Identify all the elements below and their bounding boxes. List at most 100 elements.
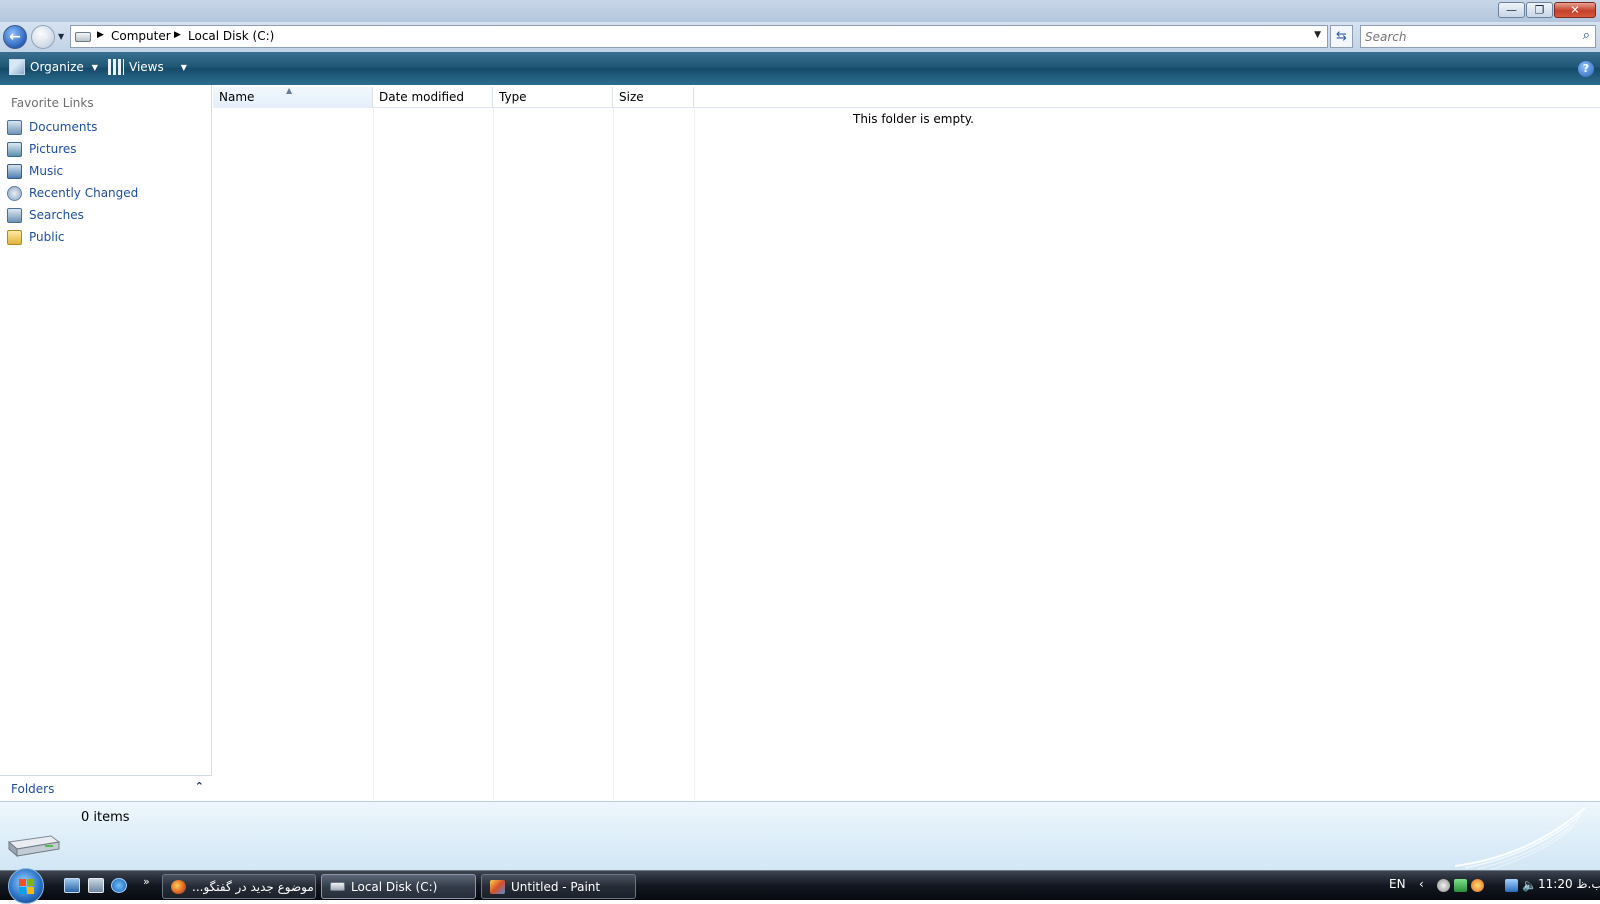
views-icon bbox=[108, 59, 124, 75]
taskbar-button-firefox[interactable]: ...موضوع جديد در گفتگو bbox=[162, 874, 316, 899]
back-arrow-icon: ← bbox=[9, 29, 21, 45]
start-button[interactable] bbox=[8, 868, 44, 904]
command-bar: Organize ▼ Views ▼ ? bbox=[0, 52, 1600, 85]
music-icon bbox=[7, 163, 22, 179]
search-input[interactable] bbox=[1365, 29, 1565, 44]
favorite-link-recently-changed[interactable]: Recently Changed bbox=[7, 184, 138, 202]
internet-explorer-icon[interactable] bbox=[111, 878, 127, 893]
address-bar[interactable]: ▶ Computer ▶ Local Disk (C:) ▼ bbox=[70, 25, 1328, 48]
windows-logo-icon bbox=[19, 879, 34, 894]
column-header-date-modified[interactable]: Date modified bbox=[373, 87, 493, 108]
taskbar-button-local-disk[interactable]: Local Disk (C:) bbox=[321, 874, 476, 899]
network-icon[interactable] bbox=[1505, 879, 1518, 892]
recent-pages-dropdown-icon[interactable]: ▼ bbox=[58, 32, 64, 41]
column-header-label: Name bbox=[219, 90, 255, 104]
quick-launch-more-icon[interactable]: » bbox=[143, 875, 150, 888]
favorite-link-label: Recently Changed bbox=[29, 186, 139, 200]
favorite-link-label: Music bbox=[29, 164, 64, 178]
breadcrumb-separator-icon[interactable]: ▶ bbox=[174, 30, 181, 40]
address-dropdown-icon[interactable]: ▼ bbox=[1314, 30, 1321, 40]
help-icon: ? bbox=[1582, 62, 1590, 75]
hard-drive-icon bbox=[7, 835, 61, 858]
breadcrumb-separator-icon[interactable]: ▶ bbox=[97, 30, 104, 40]
back-button[interactable]: ← bbox=[3, 25, 27, 49]
favorite-link-label: Pictures bbox=[29, 142, 77, 156]
favorite-link-searches[interactable]: Searches bbox=[7, 206, 84, 224]
forward-arrow-icon: → bbox=[37, 29, 49, 45]
decorative-swoosh bbox=[1454, 807, 1586, 870]
column-divider bbox=[694, 108, 695, 801]
column-header-name[interactable]: ▲ Name bbox=[213, 86, 373, 108]
taskbar-button-label: Local Disk (C:) bbox=[351, 879, 438, 894]
favorite-link-pictures[interactable]: Pictures bbox=[7, 140, 77, 158]
drive-icon bbox=[330, 882, 345, 891]
column-header-type[interactable]: Type bbox=[493, 87, 613, 108]
volume-icon[interactable]: 🔈 bbox=[1522, 879, 1537, 891]
restore-icon: ❐ bbox=[1534, 3, 1545, 17]
breadcrumb-computer[interactable]: Computer bbox=[111, 29, 171, 43]
maximize-button[interactable]: ❐ bbox=[1526, 2, 1553, 18]
minimize-icon: — bbox=[1506, 3, 1517, 17]
breadcrumb-local-disk[interactable]: Local Disk (C:) bbox=[188, 29, 274, 43]
favorite-link-label: Public bbox=[29, 230, 65, 244]
help-button[interactable]: ? bbox=[1578, 61, 1594, 77]
paint-icon bbox=[490, 879, 505, 894]
details-pane: 0 items bbox=[0, 801, 1600, 870]
file-list[interactable]: ▲ Name Date modified Type Size This fold… bbox=[213, 85, 1600, 801]
chevron-down-icon: ▼ bbox=[91, 62, 98, 72]
column-header-label: Type bbox=[499, 90, 527, 104]
navigation-pane: Favorite Links Documents Pictures Music … bbox=[0, 85, 212, 801]
favorite-link-music[interactable]: Music bbox=[7, 162, 63, 180]
tray-app-icon[interactable] bbox=[1454, 879, 1467, 892]
switch-windows-icon[interactable] bbox=[88, 878, 104, 893]
chevron-up-icon: ⌃ bbox=[194, 780, 204, 793]
favorite-link-label: Searches bbox=[29, 208, 84, 222]
close-button[interactable]: ✕ bbox=[1554, 2, 1596, 18]
sort-ascending-icon: ▲ bbox=[286, 86, 293, 95]
taskbar-button-label: Untitled - Paint bbox=[511, 879, 601, 894]
search-icon[interactable]: ⌕ bbox=[1583, 28, 1590, 43]
public-folder-icon bbox=[7, 229, 22, 245]
minimize-button[interactable]: — bbox=[1498, 2, 1525, 18]
title-bar[interactable]: — ❐ ✕ bbox=[0, 0, 1600, 22]
favorite-link-documents[interactable]: Documents bbox=[7, 118, 97, 136]
folders-toggle[interactable]: Folders ⌃ bbox=[0, 775, 212, 801]
search-box[interactable]: ⌕ bbox=[1360, 25, 1596, 48]
recently-changed-icon bbox=[7, 185, 22, 201]
drive-icon bbox=[75, 32, 91, 42]
organize-button[interactable]: Organize ▼ bbox=[9, 59, 98, 75]
refresh-icon: ⇆ bbox=[1336, 29, 1347, 44]
clock[interactable]: ب.ظ 11:20 bbox=[1538, 877, 1600, 891]
taskbar-button-paint[interactable]: Untitled - Paint bbox=[481, 874, 636, 899]
favorite-links-title: Favorite Links bbox=[11, 96, 94, 110]
empty-folder-message: This folder is empty. bbox=[853, 112, 974, 126]
column-header-row: ▲ Name Date modified Type Size bbox=[213, 86, 1600, 108]
documents-icon bbox=[7, 119, 22, 135]
forward-button[interactable]: → bbox=[31, 25, 55, 49]
folders-label: Folders bbox=[11, 782, 55, 796]
item-count: 0 items bbox=[81, 810, 130, 825]
column-header-label: Date modified bbox=[379, 90, 465, 104]
tray-app-icon[interactable] bbox=[1437, 879, 1450, 892]
column-divider bbox=[373, 108, 374, 801]
pictures-icon bbox=[7, 141, 22, 157]
language-indicator[interactable]: EN bbox=[1389, 877, 1406, 891]
close-icon: ✕ bbox=[1570, 3, 1580, 17]
taskbar: » ...موضوع جديد در گفتگو Local Disk (C:)… bbox=[0, 868, 1600, 904]
show-desktop-icon[interactable] bbox=[64, 878, 80, 893]
column-divider bbox=[613, 108, 614, 801]
column-header-size[interactable]: Size bbox=[613, 87, 694, 108]
explorer-window: — ❐ ✕ ← → ▼ ▶ Computer ▶ Local Disk (C:)… bbox=[0, 0, 1600, 870]
navigation-bar: ← → ▼ ▶ Computer ▶ Local Disk (C:) ▼ ⇆ ⌕ bbox=[0, 22, 1600, 52]
refresh-button[interactable]: ⇆ bbox=[1330, 25, 1353, 48]
security-shield-icon[interactable] bbox=[1471, 879, 1484, 892]
firefox-icon bbox=[171, 879, 186, 894]
views-label: Views bbox=[129, 60, 164, 74]
favorite-link-public[interactable]: Public bbox=[7, 228, 65, 246]
column-divider bbox=[493, 108, 494, 801]
column-header-label: Size bbox=[619, 90, 644, 104]
views-button[interactable]: Views ▼ bbox=[108, 59, 187, 75]
chevron-down-icon[interactable]: ▼ bbox=[181, 63, 187, 72]
show-hidden-icons-icon[interactable]: ‹ bbox=[1419, 877, 1424, 891]
searches-icon bbox=[7, 207, 22, 223]
